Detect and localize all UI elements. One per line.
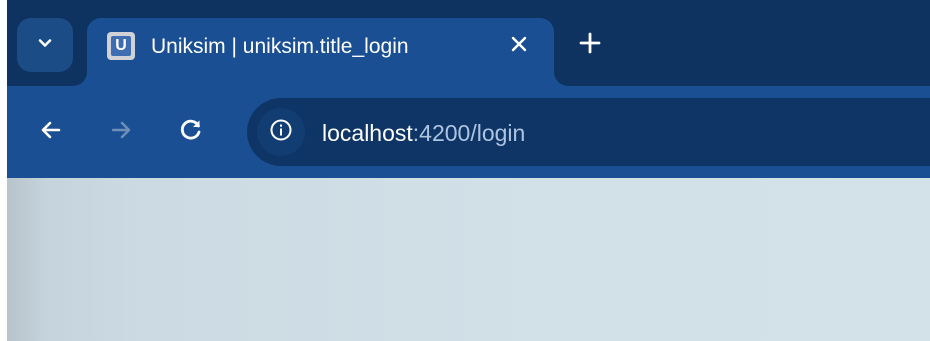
page-content xyxy=(7,178,930,341)
chevron-down-icon xyxy=(36,34,54,57)
browser-window: U Uniksim | uniksim.title_login localhos… xyxy=(7,0,930,341)
tab-strip: U Uniksim | uniksim.title_login xyxy=(7,0,930,86)
reload-icon xyxy=(178,117,204,148)
favicon-letter: U xyxy=(111,36,131,56)
plus-icon xyxy=(578,31,602,60)
site-info-button[interactable] xyxy=(257,108,305,156)
page-shade xyxy=(7,178,47,341)
tab-title: Uniksim | uniksim.title_login xyxy=(151,35,409,58)
url-path: :4200/login xyxy=(412,120,526,146)
forward-button[interactable] xyxy=(105,116,137,148)
url-host: localhost xyxy=(322,120,413,146)
address-bar[interactable]: localhost:4200/login xyxy=(247,98,930,166)
uniksim-logo-icon: U xyxy=(107,32,135,60)
tab-active[interactable]: U Uniksim | uniksim.title_login xyxy=(87,18,554,86)
window-edge xyxy=(0,0,7,341)
info-icon xyxy=(269,118,293,147)
url-text: localhost:4200/login xyxy=(322,120,525,147)
close-icon xyxy=(509,34,529,59)
back-button[interactable] xyxy=(35,116,67,148)
arrow-left-icon xyxy=(39,118,63,147)
arrow-right-icon xyxy=(109,118,133,147)
reload-button[interactable] xyxy=(175,116,207,148)
tab-close-button[interactable] xyxy=(505,32,533,60)
browser-toolbar: localhost:4200/login xyxy=(7,86,930,264)
tab-search-button[interactable] xyxy=(17,18,73,72)
new-tab-button[interactable] xyxy=(575,30,605,60)
